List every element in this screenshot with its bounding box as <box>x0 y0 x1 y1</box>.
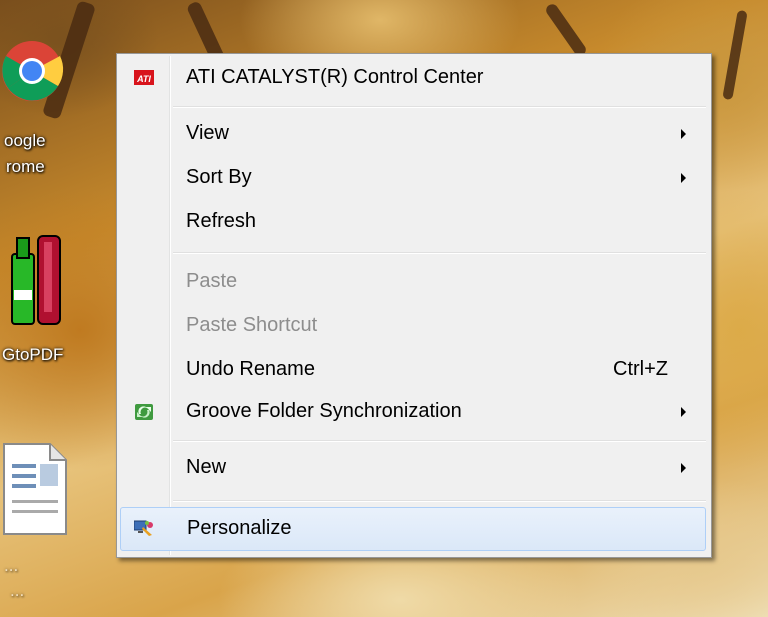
menu-item-paste[interactable]: Paste <box>120 261 706 303</box>
menu-item-label: Paste Shortcut <box>186 314 318 336</box>
gtopdf-icon <box>11 235 61 325</box>
document-label-line1: ... <box>4 556 19 575</box>
chrome-label-line1: oogle <box>4 131 46 150</box>
gtopdf-desktop-icon[interactable] <box>4 232 68 332</box>
menu-item-label: Paste <box>186 270 238 292</box>
menu-item-label: Refresh <box>186 210 257 232</box>
menu-item-view[interactable]: View <box>120 113 706 155</box>
desktop-context-menu: ATI ATI CATALYST(R) Control Center View … <box>116 53 712 558</box>
gtopdf-label: GtoPDF <box>2 345 64 364</box>
menu-item-label: Groove Folder Synchronization <box>186 400 462 422</box>
groove-icon <box>135 404 153 420</box>
menu-item-refresh[interactable]: Refresh <box>120 201 706 243</box>
menu-item-label: Undo Rename <box>186 358 315 380</box>
submenu-arrow-icon <box>681 407 686 417</box>
menu-item-label: Personalize <box>187 517 292 539</box>
submenu-arrow-icon <box>681 173 686 183</box>
menu-item-paste-shortcut[interactable]: Paste Shortcut <box>120 305 706 347</box>
menu-item-personalize[interactable]: Personalize <box>120 507 706 551</box>
document-label-line2: ... <box>10 581 25 600</box>
tree-branch <box>543 1 589 59</box>
menu-separator <box>173 500 706 502</box>
menu-item-label: New <box>186 456 227 478</box>
menu-item-sort-by[interactable]: Sort By <box>120 157 706 199</box>
menu-separator <box>173 440 706 442</box>
svg-text:ATI: ATI <box>136 74 151 84</box>
ati-logo-icon: ATI <box>134 70 154 85</box>
menu-item-new[interactable]: New <box>120 447 706 489</box>
menu-item-label: View <box>186 122 229 144</box>
menu-item-label: Sort By <box>186 166 252 188</box>
submenu-arrow-icon <box>681 129 686 139</box>
menu-item-shortcut: Ctrl+Z <box>613 358 668 380</box>
menu-item-undo-rename[interactable]: Undo Rename Ctrl+Z <box>120 349 706 391</box>
menu-item-groove-sync[interactable]: Groove Folder Synchronization <box>120 391 706 433</box>
chrome-label-line2: rome <box>6 157 45 176</box>
menu-separator <box>173 106 706 108</box>
menu-separator <box>173 252 706 254</box>
chrome-icon <box>2 41 64 101</box>
personalize-icon <box>134 520 153 536</box>
tree-branch <box>722 9 748 101</box>
chrome-desktop-icon[interactable] <box>0 26 70 146</box>
menu-item-ati-catalyst[interactable]: ATI ATI CATALYST(R) Control Center <box>120 57 706 99</box>
document-icon <box>3 443 67 535</box>
menu-item-label: ATI CATALYST(R) Control Center <box>186 66 484 88</box>
submenu-arrow-icon <box>681 463 686 473</box>
document-desktop-icon[interactable] <box>0 440 70 540</box>
